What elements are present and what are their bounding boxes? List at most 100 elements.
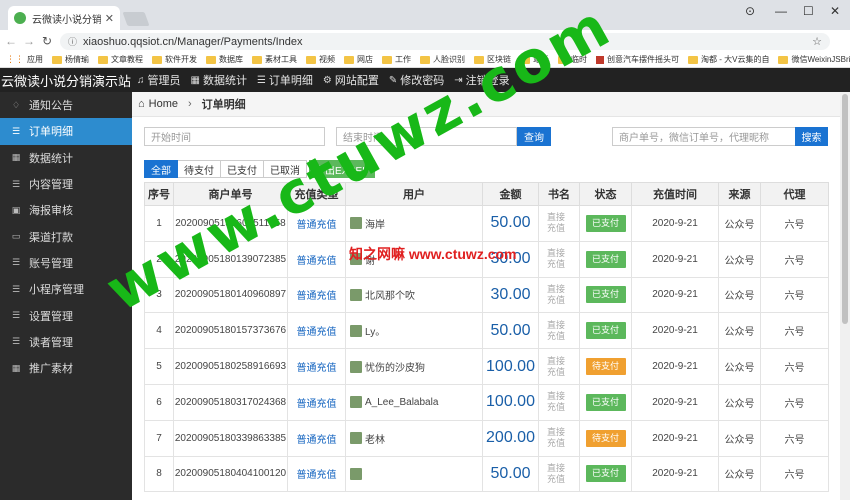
cell-order-no: 20200905151603511358: [173, 205, 288, 242]
bookmark-item[interactable]: 文章教程: [98, 54, 143, 65]
cell-amount: 50.00: [482, 455, 539, 493]
bookmark-item[interactable]: 杨倩瑜: [52, 54, 89, 65]
sidebar-item[interactable]: ▦ 数据统计: [0, 145, 132, 171]
breadcrumb-home[interactable]: Home: [149, 98, 178, 110]
chart-icon: ▦: [11, 152, 21, 163]
avatar: [350, 288, 362, 301]
cell-amount: 100.00: [482, 348, 539, 385]
cell-time: 2020-9-21: [631, 205, 719, 242]
sidebar-item[interactable]: ☰ 设置管理: [0, 302, 132, 328]
sidebar-item[interactable]: ▭ 渠道打款: [0, 223, 132, 249]
bookmark-item[interactable]: 视频: [306, 54, 335, 65]
bookmark-item[interactable]: 软件开发: [152, 54, 197, 65]
brand-title[interactable]: 云微读小说分销演示站: [0, 71, 132, 90]
list-icon: ☰: [11, 336, 21, 347]
cell-agent: 六号: [760, 276, 829, 314]
end-time-input[interactable]: 结束时间: [336, 127, 517, 146]
sidebar-item[interactable]: ▦ 推广素材: [0, 355, 132, 381]
bookmark-label: 杨倩瑜: [65, 55, 89, 64]
bookmark-item[interactable]: 网店: [344, 54, 373, 65]
home-icon[interactable]: ⌂: [138, 98, 145, 110]
bookmark-item[interactable]: 站长: [520, 54, 549, 65]
bookmark-label: 创意汽车摆件摇头可: [607, 55, 679, 64]
minimize-icon[interactable]: —: [775, 4, 787, 18]
avatar: [350, 324, 362, 337]
bookmark-item[interactable]: 人脸识别: [420, 54, 465, 65]
page-scrollbar[interactable]: [840, 92, 850, 500]
url-field[interactable]: ⓘ xiaoshuo.qqsiot.cn/Manager/Payments/In…: [60, 33, 830, 50]
sidebar-item[interactable]: ♢ 通知公告: [0, 92, 132, 118]
topnav-orders[interactable]: ☰ 订单明细: [252, 68, 318, 92]
recharge-time: 2020-9-21: [652, 253, 698, 265]
new-tab-button[interactable]: [122, 12, 150, 26]
sidebar-item[interactable]: ☰ 读者管理: [0, 329, 132, 355]
close-window-icon[interactable]: ✕: [830, 4, 840, 18]
forward-icon[interactable]: →: [20, 34, 38, 48]
book-name: 直接充值: [547, 283, 566, 305]
scrollbar-thumb[interactable]: [842, 94, 848, 324]
cell-user: 北风那个吹: [345, 276, 483, 314]
apps-grid-icon: ⋮⋮: [6, 54, 24, 64]
bookmark-apps[interactable]: ⋮⋮ 应用: [6, 54, 43, 65]
bookmark-item[interactable]: 区块链: [474, 54, 511, 65]
cell-source: 公众号: [718, 205, 761, 242]
bookmark-item[interactable]: 素材工具: [252, 54, 297, 65]
bookmark-item[interactable]: 数据库: [206, 54, 243, 65]
user-name: A_Lee_Balabala: [365, 396, 439, 408]
col-header: 充值类型: [287, 182, 346, 206]
bookmark-label: 素材工具: [265, 55, 297, 64]
recharge-time: 2020-9-21: [652, 468, 698, 480]
amount: 30.00: [490, 285, 531, 303]
image-icon: ▣: [11, 204, 21, 215]
cell-type: 普通充值: [287, 455, 346, 493]
info-icon[interactable]: ⓘ: [68, 35, 77, 48]
recharge-time: 2020-9-21: [652, 396, 698, 408]
table-row: 8 20200905180404100120 普通充值 50.00 直接充值 已支付 202…: [144, 455, 829, 493]
query-button[interactable]: 查询: [517, 127, 551, 146]
bookmark-star-icon[interactable]: ☆: [812, 35, 822, 48]
back-icon[interactable]: ←: [2, 34, 20, 48]
bookmark-item[interactable]: 微信WeixinJSBridge: [778, 54, 850, 65]
reload-icon[interactable]: ↻: [38, 34, 56, 48]
orders-table: 序号 商户单号 充值类型 用户 金额 书名 状态 充值时间 来源 代理 1 202…: [144, 182, 829, 493]
sidebar-item[interactable]: ☰ 小程序管理: [0, 276, 132, 302]
sidebar-item[interactable]: ☰ 订单明细: [0, 118, 132, 145]
cell-order-no: 20200905180404100120: [173, 455, 288, 493]
topnav-admin[interactable]: ♫ 管理员: [132, 68, 186, 92]
folder-icon: [252, 55, 262, 64]
topnav-stats[interactable]: ▦ 数据统计: [186, 68, 252, 92]
export-excel-button[interactable]: 导出EXCEL: [309, 160, 375, 178]
filter-all[interactable]: 全部: [144, 160, 178, 178]
avatar: [350, 217, 362, 230]
user-name: 老林: [365, 434, 385, 446]
breadcrumb: ⌂ Home › 订单明细: [132, 92, 840, 117]
chevron-right-icon: ›: [188, 98, 192, 110]
close-tab-icon[interactable]: ✕: [105, 12, 114, 25]
keyword-input[interactable]: 商户单号，微信订单号，代理昵称: [612, 127, 796, 146]
sidebar-item[interactable]: ☰ 账号管理: [0, 250, 132, 276]
cell-no: 4: [144, 312, 174, 350]
bookmark-item[interactable]: 临时: [558, 54, 587, 65]
bookmark-item[interactable]: 创意汽车摆件摇头可: [596, 54, 679, 65]
start-time-input[interactable]: 开始时间: [144, 127, 325, 146]
maximize-icon[interactable]: ☐: [803, 4, 814, 18]
book-name: 直接充值: [547, 427, 566, 449]
topnav-password[interactable]: ✎ 修改密码: [384, 68, 449, 92]
topnav-logout[interactable]: ⇥ 注销登录: [449, 68, 514, 92]
filter-cancelled[interactable]: 已取消: [264, 160, 307, 178]
search-button[interactable]: 搜索: [795, 127, 828, 146]
topnav-config[interactable]: ⚙ 网站配置: [318, 68, 384, 92]
bookmark-label: 文章教程: [111, 55, 143, 64]
sidebar-item[interactable]: ☰ 内容管理: [0, 171, 132, 197]
browser-tab[interactable]: 云微读小说分销演示站 ✕: [8, 6, 120, 30]
bookmark-item[interactable]: 工作: [382, 54, 411, 65]
sidebar-item[interactable]: ▣ 海报审核: [0, 197, 132, 223]
filter-pending[interactable]: 待支付: [178, 160, 221, 178]
cell-time: 2020-9-21: [631, 276, 719, 314]
table-header-row: 序号 商户单号 充值类型 用户 金额 书名 状态 充值时间 来源 代理: [144, 182, 829, 206]
filter-paid[interactable]: 已支付: [221, 160, 264, 178]
bell-icon: ♢: [11, 99, 21, 110]
folder-icon: [420, 55, 430, 64]
account-icon[interactable]: ⊙: [745, 4, 755, 18]
bookmark-item[interactable]: 淘都 - 大V云集的自: [688, 54, 769, 65]
